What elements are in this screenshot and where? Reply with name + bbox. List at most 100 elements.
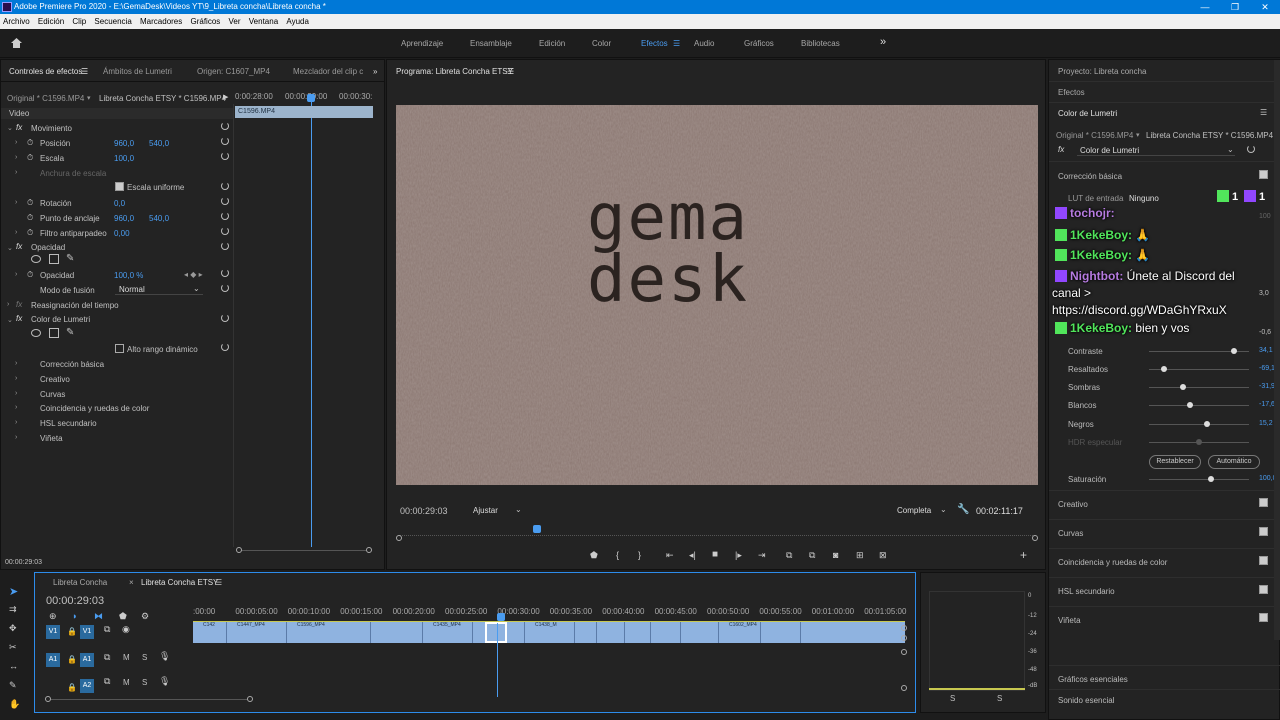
more-tabs-icon[interactable]: » xyxy=(373,67,377,76)
tab-source[interactable]: Origen: C1607_MP4 xyxy=(197,67,270,76)
eye-icon[interactable]: ◉ xyxy=(122,624,130,635)
stopwatch-icon[interactable]: ⏱ xyxy=(27,138,33,148)
stop-icon[interactable]: ■ xyxy=(712,549,718,560)
project-tab[interactable]: Proyecto: Libreta concha xyxy=(1058,67,1147,76)
insert-icon[interactable]: ⧉ xyxy=(786,550,792,561)
menu-ventana[interactable]: Ventana xyxy=(249,17,278,26)
program-title[interactable]: Programa: Libreta Concha ETSY xyxy=(396,67,513,76)
close-button[interactable]: ✕ xyxy=(1250,0,1280,14)
lumetri-sub-creativo[interactable]: Creativo xyxy=(40,375,70,384)
reset-icon[interactable] xyxy=(221,137,229,145)
fx-icon[interactable]: fx xyxy=(16,123,22,132)
slider-track[interactable] xyxy=(1149,424,1249,425)
microphone-icon[interactable]: 🎙 xyxy=(159,676,170,687)
timeline-menu-icon[interactable]: ☰ xyxy=(215,578,222,587)
reset-icon[interactable] xyxy=(221,122,229,130)
section-curvas[interactable]: Curvas xyxy=(1058,529,1083,538)
slider-value[interactable]: -69,1 xyxy=(1259,365,1275,372)
expand-icon[interactable]: › xyxy=(15,139,17,146)
slider-knob[interactable] xyxy=(1187,402,1193,408)
selected-clip-outline[interactable] xyxy=(485,622,507,643)
lock-icon[interactable]: 🔒 xyxy=(67,627,77,636)
anclaje-x[interactable]: 960,0 xyxy=(114,214,134,223)
stopwatch-icon[interactable]: ⏱ xyxy=(27,228,33,238)
a1-target[interactable]: A1 xyxy=(80,653,94,667)
menu-ayuda[interactable]: Ayuda xyxy=(286,17,309,26)
coincidencia-checkbox[interactable] xyxy=(1259,556,1268,565)
lumetri-sub-coincidencia[interactable]: Coincidencia y ruedas de color xyxy=(40,404,149,413)
reset-icon[interactable] xyxy=(221,242,229,250)
scrollbar[interactable] xyxy=(1274,60,1280,640)
v1-source-patch[interactable]: V1 xyxy=(46,625,60,639)
workspace-color[interactable]: Color xyxy=(592,39,611,48)
video-clip[interactable] xyxy=(625,622,651,643)
pen-mask-icon[interactable]: ✎ xyxy=(66,253,74,264)
expand-icon[interactable]: ⌄ xyxy=(7,244,13,252)
track-scroll-handle[interactable] xyxy=(901,685,907,691)
source-clip[interactable]: Original * C1596.MP4 xyxy=(7,94,84,103)
expand-icon[interactable]: › xyxy=(15,271,17,278)
program-video-frame[interactable]: gema desk xyxy=(396,105,1038,485)
workspace-ensamblaje[interactable]: Ensamblaje xyxy=(470,39,512,48)
slider-knob[interactable] xyxy=(1180,384,1186,390)
curvas-checkbox[interactable] xyxy=(1259,527,1268,536)
lut-select[interactable]: Ninguno xyxy=(1129,194,1159,203)
mark-out-icon[interactable]: } xyxy=(638,550,641,560)
creativo-checkbox[interactable] xyxy=(1259,498,1268,507)
workspace-graficos[interactable]: Gráficos xyxy=(744,39,774,48)
mark-in-icon[interactable]: { xyxy=(616,550,619,560)
tab-menu-icon[interactable]: ☰ xyxy=(81,67,88,76)
video-clip[interactable]: C1447_MP4 xyxy=(227,622,287,643)
escala-value[interactable]: 100,0 xyxy=(114,154,134,163)
dropdown-icon[interactable]: ▾ xyxy=(87,94,91,102)
minimize-button[interactable]: — xyxy=(1190,0,1220,14)
stopwatch-icon[interactable]: ⏱ xyxy=(27,198,33,208)
rotacion-value[interactable]: 0,0 xyxy=(114,199,125,208)
mute-button[interactable]: M xyxy=(123,678,130,687)
expand-icon[interactable]: › xyxy=(15,199,17,206)
lumetri-sub-correccion[interactable]: Corrección básica xyxy=(40,360,104,369)
expand-icon[interactable]: › xyxy=(15,419,17,426)
sync-lock-icon[interactable]: ⧉ xyxy=(104,652,110,663)
home-icon[interactable] xyxy=(10,37,23,49)
workspace-efectos[interactable]: Efectos xyxy=(641,39,668,48)
section-vineta[interactable]: Viñeta xyxy=(1058,616,1081,625)
track-scroll-handle[interactable] xyxy=(901,649,907,655)
mute-button[interactable]: M xyxy=(123,653,130,662)
program-timecode[interactable]: 00:00:29:03 xyxy=(400,506,448,516)
video-clip[interactable]: C1602_MP4 xyxy=(719,622,761,643)
sync-lock-icon[interactable]: ⧉ xyxy=(104,624,110,635)
escala-uniforme-checkbox[interactable] xyxy=(115,182,124,191)
timeline-zoom-end[interactable] xyxy=(247,696,253,702)
hand-tool-icon[interactable]: ✋ xyxy=(9,699,20,710)
efectos-tab[interactable]: Efectos xyxy=(1058,88,1085,97)
graficos-esenciales-tab[interactable]: Gráficos esenciales xyxy=(1058,675,1128,684)
video-clip[interactable] xyxy=(597,622,625,643)
slider-knob[interactable] xyxy=(1161,366,1167,372)
fx-icon[interactable]: fx xyxy=(16,242,22,251)
stopwatch-icon[interactable]: ⏱ xyxy=(27,153,33,163)
video-clip[interactable] xyxy=(761,622,801,643)
lumetri-sequence[interactable]: Libreta Concha ETSY * C1596.MP4 xyxy=(1146,131,1273,140)
reset-icon[interactable] xyxy=(221,227,229,235)
lumetri-sub-hsl[interactable]: HSL secundario xyxy=(40,419,97,428)
program-menu-icon[interactable]: ☰ xyxy=(507,67,514,76)
menu-secuencia[interactable]: Secuencia xyxy=(94,17,131,26)
zoom-scrollbar[interactable] xyxy=(242,550,366,551)
section-coincidencia[interactable]: Coincidencia y ruedas de color xyxy=(1058,558,1167,567)
lumetri-sub-curvas[interactable]: Curvas xyxy=(40,390,65,399)
solo-right-button[interactable]: S xyxy=(997,694,1002,703)
linked-selection-icon[interactable]: ⧓ xyxy=(94,611,103,622)
posicion-y[interactable]: 540,0 xyxy=(149,139,169,148)
reset-icon[interactable] xyxy=(221,269,229,277)
expand-icon[interactable]: › xyxy=(15,375,17,382)
video-clip[interactable]: C142 xyxy=(193,622,227,643)
expand-icon[interactable]: › xyxy=(7,301,9,308)
antiparpadeo-value[interactable]: 0,00 xyxy=(114,229,130,238)
ellipse-mask-icon[interactable] xyxy=(31,329,41,337)
posicion-x[interactable]: 960,0 xyxy=(114,139,134,148)
saturacion-slider[interactable] xyxy=(1149,479,1249,480)
workspace-audio[interactable]: Audio xyxy=(694,39,714,48)
menu-clip[interactable]: Clip xyxy=(72,17,86,26)
slider-track[interactable] xyxy=(1149,387,1249,388)
